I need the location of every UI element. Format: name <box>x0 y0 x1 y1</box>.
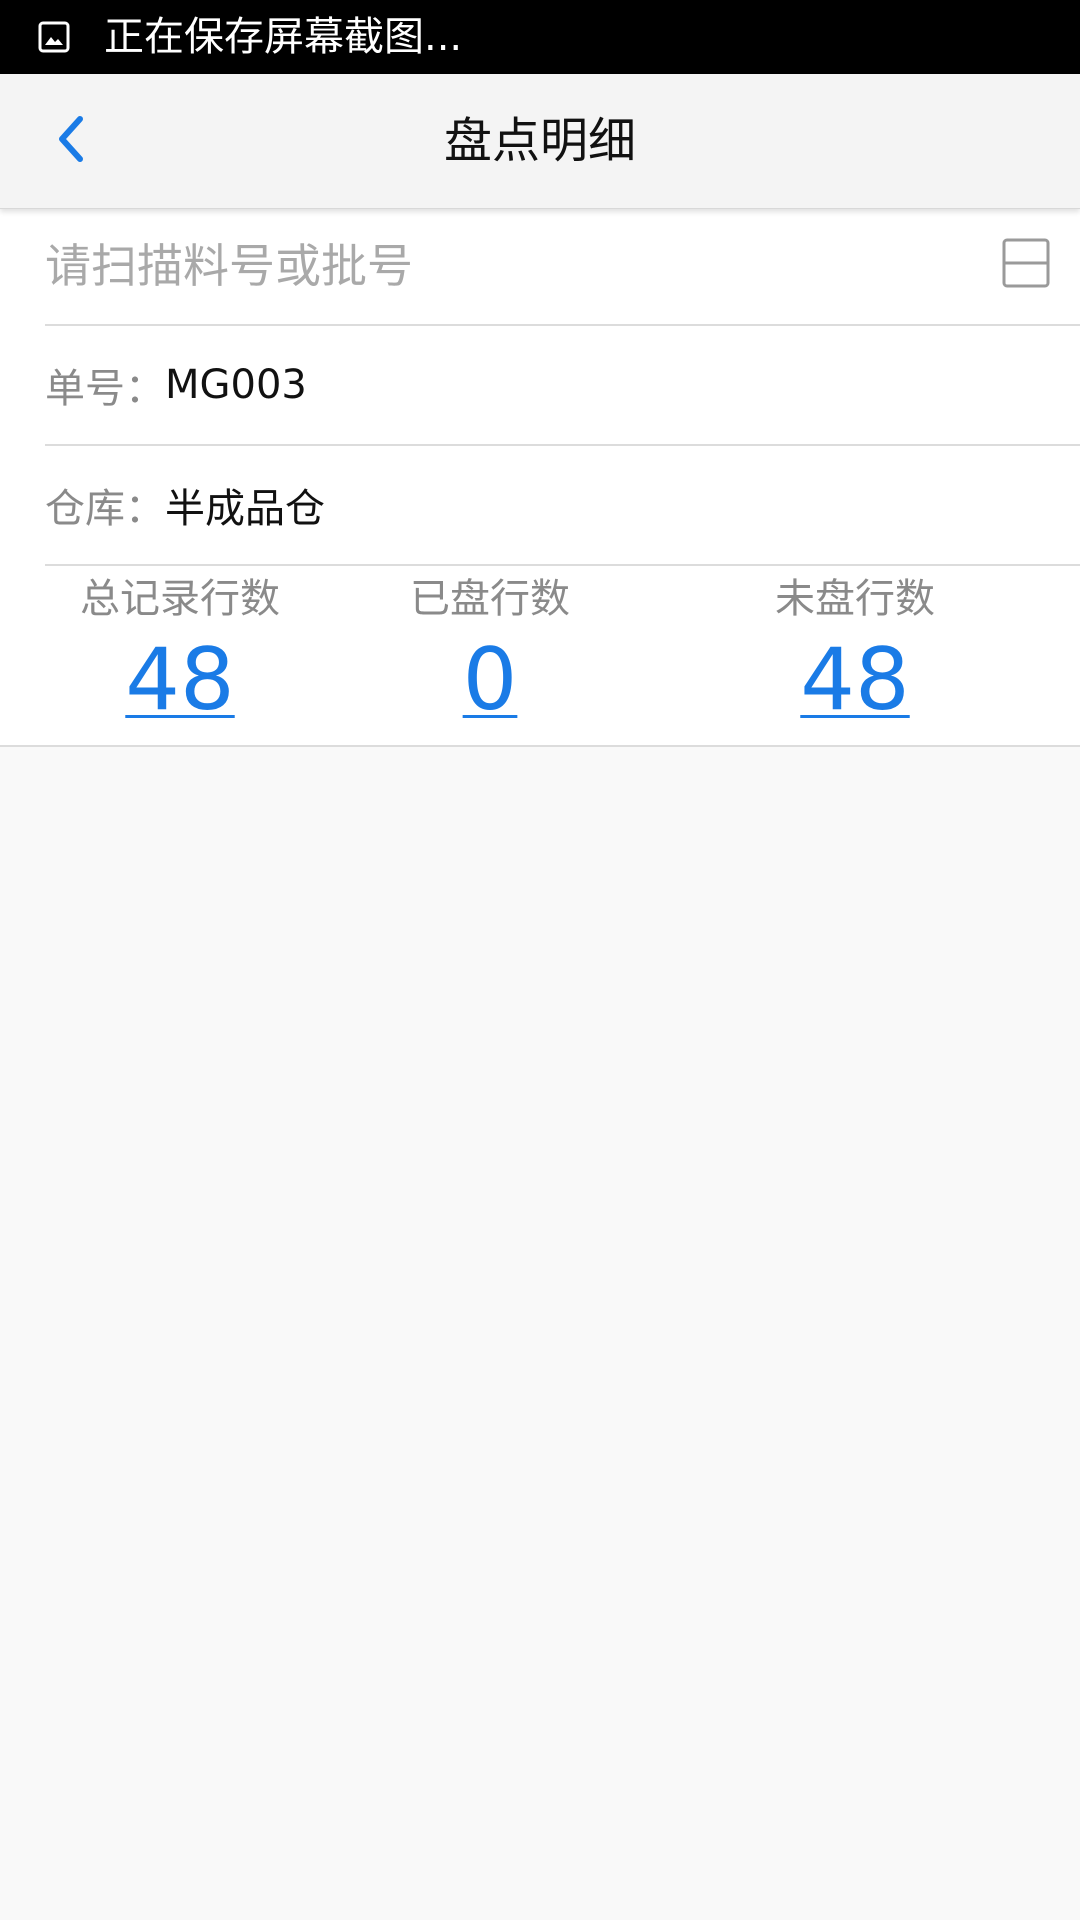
order-number-row: 单号： MG003 <box>45 326 1080 446</box>
search-input[interactable] <box>45 216 945 316</box>
status-bar: 正在保存屏幕截图... <box>0 0 1080 74</box>
detail-panel: 单号： MG003 仓库： 半成品仓 总记录行数 48 已盘行数 0 未盘行数 … <box>0 208 1080 747</box>
image-icon <box>38 21 70 53</box>
back-button[interactable] <box>30 99 110 183</box>
order-number-label: 单号： <box>45 366 165 412</box>
stat-counted-rows-label: 已盘行数 <box>410 576 570 622</box>
stat-total-rows-label: 总记录行数 <box>80 576 280 622</box>
stat-uncounted-rows-value[interactable]: 48 <box>800 630 909 730</box>
warehouse-value: 半成品仓 <box>165 486 325 532</box>
stat-counted-rows: 已盘行数 0 <box>355 566 625 745</box>
warehouse-label: 仓库： <box>45 486 165 532</box>
stats-summary: 总记录行数 48 已盘行数 0 未盘行数 48 <box>45 566 1080 745</box>
order-number-value: MG003 <box>165 362 307 408</box>
warehouse-row: 仓库： 半成品仓 <box>45 446 1080 566</box>
stat-total-rows-value[interactable]: 48 <box>125 630 234 730</box>
scan-icon[interactable] <box>1002 238 1050 288</box>
stat-uncounted-rows-label: 未盘行数 <box>775 576 935 622</box>
stat-total-rows: 总记录行数 48 <box>45 566 315 745</box>
stat-uncounted-rows: 未盘行数 48 <box>720 566 990 745</box>
page-title: 盘点明细 <box>443 113 636 169</box>
chevron-left-icon <box>50 111 90 171</box>
stat-counted-rows-value[interactable]: 0 <box>463 630 518 730</box>
search-row <box>45 208 1080 326</box>
status-notification-text: 正在保存屏幕截图... <box>104 14 463 60</box>
title-bar: 盘点明细 <box>0 74 1080 209</box>
